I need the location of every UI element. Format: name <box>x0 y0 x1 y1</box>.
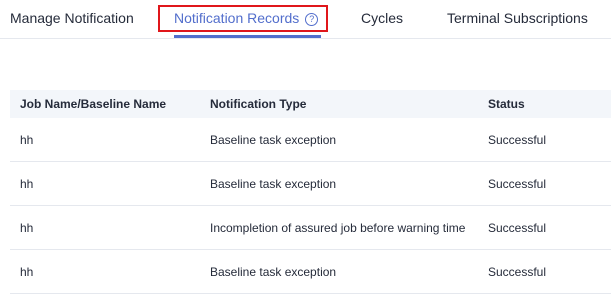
column-header-status[interactable]: Status <box>478 90 611 118</box>
cell-job-name: hh <box>10 249 200 294</box>
table-header-row: Job Name/Baseline Name Notification Type… <box>10 90 611 118</box>
cell-notification-type: Baseline task exception <box>200 161 478 206</box>
notification-records-table: Job Name/Baseline Name Notification Type… <box>10 90 611 294</box>
cell-notification-type: Baseline task exception <box>200 118 478 162</box>
tab-terminal-subscriptions[interactable]: Terminal Subscriptions <box>447 10 588 26</box>
cell-job-name: hh <box>10 205 200 250</box>
cell-status: Successful <box>478 205 611 250</box>
column-header-job-name[interactable]: Job Name/Baseline Name <box>10 90 200 118</box>
cell-status: Successful <box>478 249 611 294</box>
table-row: hh Baseline task exception Successful <box>10 161 611 206</box>
table-row: hh Baseline task exception Successful <box>10 249 611 294</box>
active-tab-indicator <box>174 35 321 38</box>
cell-status: Successful <box>478 161 611 206</box>
table-row: hh Incompletion of assured job before wa… <box>10 205 611 250</box>
cell-job-name: hh <box>10 118 200 162</box>
cell-notification-type: Baseline task exception <box>200 249 478 294</box>
column-header-notification-type[interactable]: Notification Type <box>200 90 478 118</box>
cell-status: Successful <box>478 118 611 162</box>
tab-bar: Manage Notification Notification Records… <box>0 0 611 39</box>
table-row: hh Baseline task exception Successful <box>10 118 611 162</box>
tab-manage-notification[interactable]: Manage Notification <box>10 10 134 26</box>
highlight-box <box>158 5 328 32</box>
cell-notification-type: Incompletion of assured job before warni… <box>200 205 478 250</box>
cell-job-name: hh <box>10 161 200 206</box>
tab-cycles[interactable]: Cycles <box>361 10 403 26</box>
